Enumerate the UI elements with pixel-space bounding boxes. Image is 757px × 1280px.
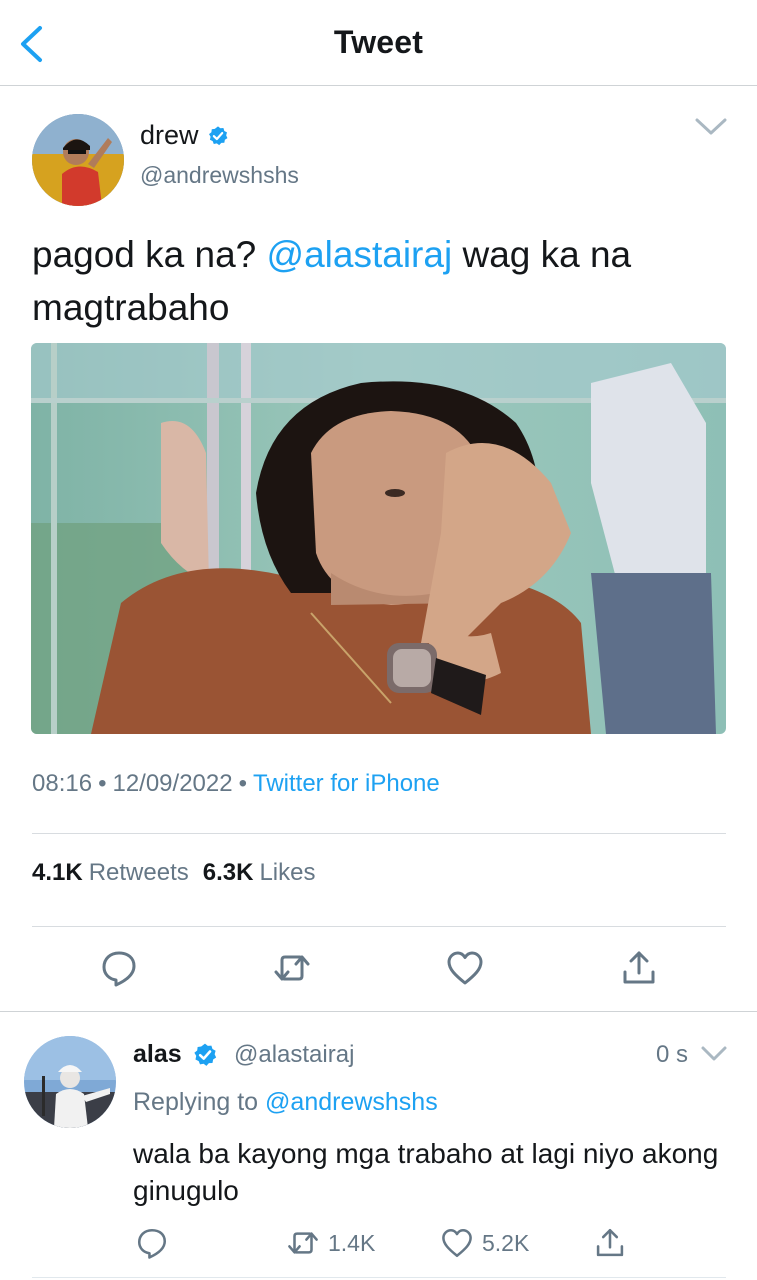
tweet-stats: 4.1K Retweets 6.3K Likes [32,859,329,887]
reply-like-count: 5.2K [482,1229,530,1256]
retweet-icon [288,1232,318,1254]
reply-retweet-count: 1.4K [328,1229,376,1256]
divider [32,926,726,927]
reply-icon [137,1228,167,1259]
retweets-stat[interactable]: 4.1K Retweets [32,859,203,886]
share-icon [596,1228,624,1257]
reply-like-button[interactable]: 5.2K [440,1226,529,1260]
replying-to-link[interactable]: @andrewshshs [265,1088,438,1116]
like-icon [442,1228,472,1258]
reply-text: wala ba kayong mga trabaho at lagi niyo … [133,1138,719,1206]
reply-timestamp: 0 s [656,1041,689,1068]
verified-badge-icon [194,1043,216,1066]
tweet-time: 08:16 [32,770,93,797]
reply-reply-button[interactable] [135,1226,169,1260]
reply-tweet[interactable]: alas @alastairaj 0 s Replying to @andrew… [0,0,757,1278]
reply-icon[interactable] [99,948,139,988]
share-icon[interactable] [619,948,659,988]
like-icon[interactable] [445,948,485,988]
divider [0,1011,757,1012]
avatar[interactable] [24,1036,116,1128]
chevron-down-icon[interactable] [700,1045,728,1063]
likes-stat[interactable]: 6.3K Likes [203,859,330,886]
tweet-meta: 08:16 • 12/09/2022 • Twitter for iPhone [32,770,440,797]
replying-to: Replying to @andrewshshs [133,1088,438,1116]
reply-share-button[interactable] [593,1226,627,1260]
tweet-source[interactable]: Twitter for iPhone [253,770,440,797]
retweet-icon[interactable] [272,948,312,988]
divider [32,1277,726,1278]
tweet-date: 12/09/2022 [112,770,233,797]
reply-author-name[interactable]: alas [133,1040,218,1069]
tweet-image[interactable] [31,343,726,734]
divider [32,833,726,834]
reply-author-handle[interactable]: @alastairaj [234,1041,354,1069]
reply-retweet-button[interactable]: 1.4K [286,1226,375,1260]
